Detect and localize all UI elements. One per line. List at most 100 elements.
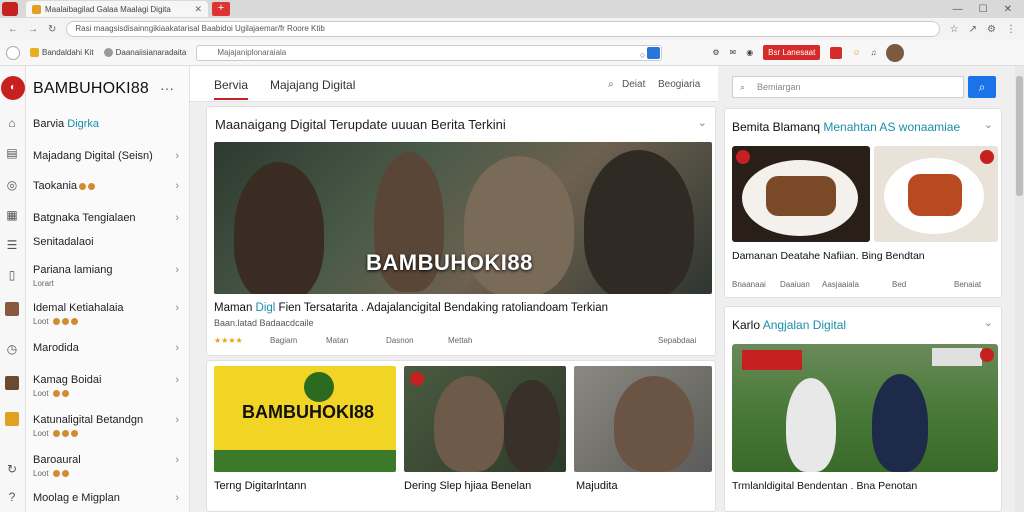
scrollbar-thumb[interactable] xyxy=(1016,76,1023,196)
tab-title: Maalaibagilad Galaa Maalagi Digita xyxy=(45,4,171,14)
thumb-caption[interactable]: Dering Slep hjiaa Benelan xyxy=(404,480,531,492)
brand-icon[interactable]: ◐ xyxy=(1,76,25,100)
avatar[interactable] xyxy=(886,43,905,62)
badge-icon xyxy=(61,318,69,326)
meta-item[interactable]: Matan xyxy=(326,336,348,345)
bookmark-favicon-icon xyxy=(103,48,113,57)
food-image[interactable] xyxy=(732,146,870,242)
ticket-icon[interactable] xyxy=(5,412,19,426)
meta-item[interactable]: Mettah xyxy=(448,336,472,345)
thumb-image[interactable] xyxy=(574,366,712,472)
person-figure xyxy=(584,150,694,294)
sidebar-item[interactable]: Moolag e Migplan › xyxy=(33,492,185,504)
help-icon[interactable]: ? xyxy=(5,490,19,504)
sidebar-item[interactable]: Kamag Boidai › Loot xyxy=(33,374,185,398)
chevron-down-icon[interactable]: ⌄ xyxy=(984,118,993,131)
bookmark-icon[interactable]: ▯ xyxy=(5,268,19,282)
url-input[interactable]: Rasi maagsisdisainngikiaakatarisal Baabi… xyxy=(66,21,940,37)
maximize-icon[interactable]: ☐ xyxy=(979,4,988,15)
meta-item[interactable]: Bagiam xyxy=(270,336,297,345)
browser-logo-icon[interactable] xyxy=(2,2,18,16)
sidebar-item[interactable]: Barvia Digrka xyxy=(33,118,185,130)
app-icon[interactable] xyxy=(6,45,20,60)
thumb-image[interactable] xyxy=(404,366,566,472)
home-icon[interactable]: ⌂ xyxy=(5,116,19,130)
nav-link-beogiaria[interactable]: Beogiaria xyxy=(658,79,700,90)
player-figure xyxy=(786,378,836,472)
thumb-caption[interactable]: Majudita xyxy=(576,480,618,492)
back-icon[interactable]: ← xyxy=(8,24,18,35)
news-icon[interactable]: ▤ xyxy=(5,146,19,160)
meta-item[interactable]: Dasnon xyxy=(386,336,414,345)
page-scrollbar[interactable] xyxy=(1015,66,1024,512)
sidebar-item[interactable]: Taokania › xyxy=(33,180,185,192)
search-input[interactable]: ⌕ Bemiargan xyxy=(732,76,964,98)
more-icon[interactable]: ··· xyxy=(160,80,174,96)
sidebar-item[interactable]: Pariana lamiang › Lorart xyxy=(33,264,185,288)
hero-image[interactable]: BAMBUHOKI88 xyxy=(214,142,712,294)
thumb-caption[interactable]: Terng Digitarlntann xyxy=(214,480,306,492)
user-thumb-icon[interactable] xyxy=(5,376,19,390)
subscribe-button[interactable]: Bsr Lanesaat xyxy=(763,45,821,60)
refresh-icon[interactable]: ↻ xyxy=(5,462,19,476)
chevron-right-icon: › xyxy=(175,414,179,426)
minimize-icon[interactable]: — xyxy=(953,4,963,15)
share-icon[interactable]: ↗ xyxy=(969,24,977,35)
feature-caption[interactable]: Maman Digl Fien Tersatarita . Adajalanci… xyxy=(214,302,608,314)
calendar-icon[interactable]: ▦ xyxy=(5,208,19,222)
sports-image[interactable] xyxy=(732,344,998,472)
settings-icon[interactable]: ⚙ xyxy=(712,48,719,57)
notification-icon[interactable]: ✉ xyxy=(729,48,736,57)
profile-icon[interactable]: ◉ xyxy=(746,48,753,57)
emoji-icon[interactable]: ☺ xyxy=(852,48,860,57)
right-section2-caption[interactable]: Trmlanldigital Bendentan . Bna Penotan xyxy=(732,480,917,492)
extension-icon[interactable] xyxy=(647,46,661,59)
right-section1-caption[interactable]: Damanan Deatahe Nafiian. Bing Bendtan xyxy=(732,250,925,262)
new-tab-button[interactable]: + xyxy=(212,2,230,16)
badge-icon xyxy=(70,318,78,326)
close-tab-icon[interactable]: ✕ xyxy=(194,4,202,15)
sidebar-item[interactable]: Majadang Digital (Seisn) › xyxy=(33,150,185,162)
bookmark-search-input[interactable]: Majajaniplonaraiala ○ xyxy=(196,44,663,61)
tab-bervia[interactable]: Bervia xyxy=(214,78,249,100)
food-image[interactable] xyxy=(874,146,998,242)
extensions-icon[interactable]: ⚙ xyxy=(987,24,996,35)
menu-icon[interactable]: ⋮ xyxy=(1006,24,1016,35)
bell-icon[interactable]: ♫ xyxy=(870,48,876,57)
thumb-image[interactable]: BAMBUHOKI88 xyxy=(214,366,396,472)
list-icon[interactable]: ☰ xyxy=(5,238,19,252)
chevron-down-icon[interactable]: ⌄ xyxy=(698,116,707,129)
clock-icon[interactable]: ◷ xyxy=(5,342,19,356)
tab-majajang-digital[interactable]: Majajang Digital xyxy=(270,78,355,92)
user-thumb-icon[interactable] xyxy=(5,302,19,316)
video-badge-icon xyxy=(410,372,424,386)
chevron-down-icon[interactable]: ⌄ xyxy=(984,316,993,329)
close-window-icon[interactable]: ✕ xyxy=(1004,4,1012,15)
right-section1-title[interactable]: Bemita Blamanq Menahtan AS wonaamiae xyxy=(732,120,960,134)
search-button[interactable]: ⌕ xyxy=(968,76,996,98)
star-icon[interactable]: ☆ xyxy=(950,24,959,35)
sidebar-item[interactable]: Baroaural › Loot xyxy=(33,454,185,478)
forward-icon[interactable]: → xyxy=(28,24,38,35)
sidebar-item[interactable]: Batgnaka Tengialaen › xyxy=(33,212,185,224)
sidebar-item[interactable]: Katunaligital Betandgn › Loot xyxy=(33,414,185,438)
nav-link-deiat[interactable]: Deiat xyxy=(622,79,645,90)
feature-subline: Baan.latad Badaacdcaile xyxy=(214,318,314,328)
bookmark-item[interactable]: Daanaiisianaradaita xyxy=(103,48,186,57)
feature-title[interactable]: Maanaigang Digital Terupdate uuuan Berit… xyxy=(215,117,506,132)
sidebar-item[interactable]: Senitadalaoi xyxy=(33,236,185,248)
sidebar-item[interactable]: Marodida › xyxy=(33,342,185,354)
search-icon[interactable]: ⌕ xyxy=(608,79,614,90)
right-section2-title[interactable]: Karlo Angjalan Digital xyxy=(732,318,846,332)
bookmark-item[interactable]: Bandaldahi Kit xyxy=(30,48,94,57)
meta-item[interactable]: Sepabdaai xyxy=(658,336,696,345)
site-brand[interactable]: BAMBUHOKI88 xyxy=(33,80,149,98)
rating-stars-icon: ★★★★ xyxy=(214,336,243,345)
browser-tab[interactable]: Maalaibagilad Galaa Maalagi Digita ✕ xyxy=(26,1,208,17)
sidebar: BAMBUHOKI88 ··· Barvia Digrka Majadang D… xyxy=(26,66,190,512)
red-square-icon[interactable] xyxy=(830,46,843,59)
globe-icon[interactable]: ◎ xyxy=(5,178,19,192)
reload-icon[interactable]: ↻ xyxy=(48,24,56,35)
chevron-right-icon: › xyxy=(175,492,179,504)
sidebar-item[interactable]: Idemal Ketiahalaia › Loot xyxy=(33,302,185,326)
